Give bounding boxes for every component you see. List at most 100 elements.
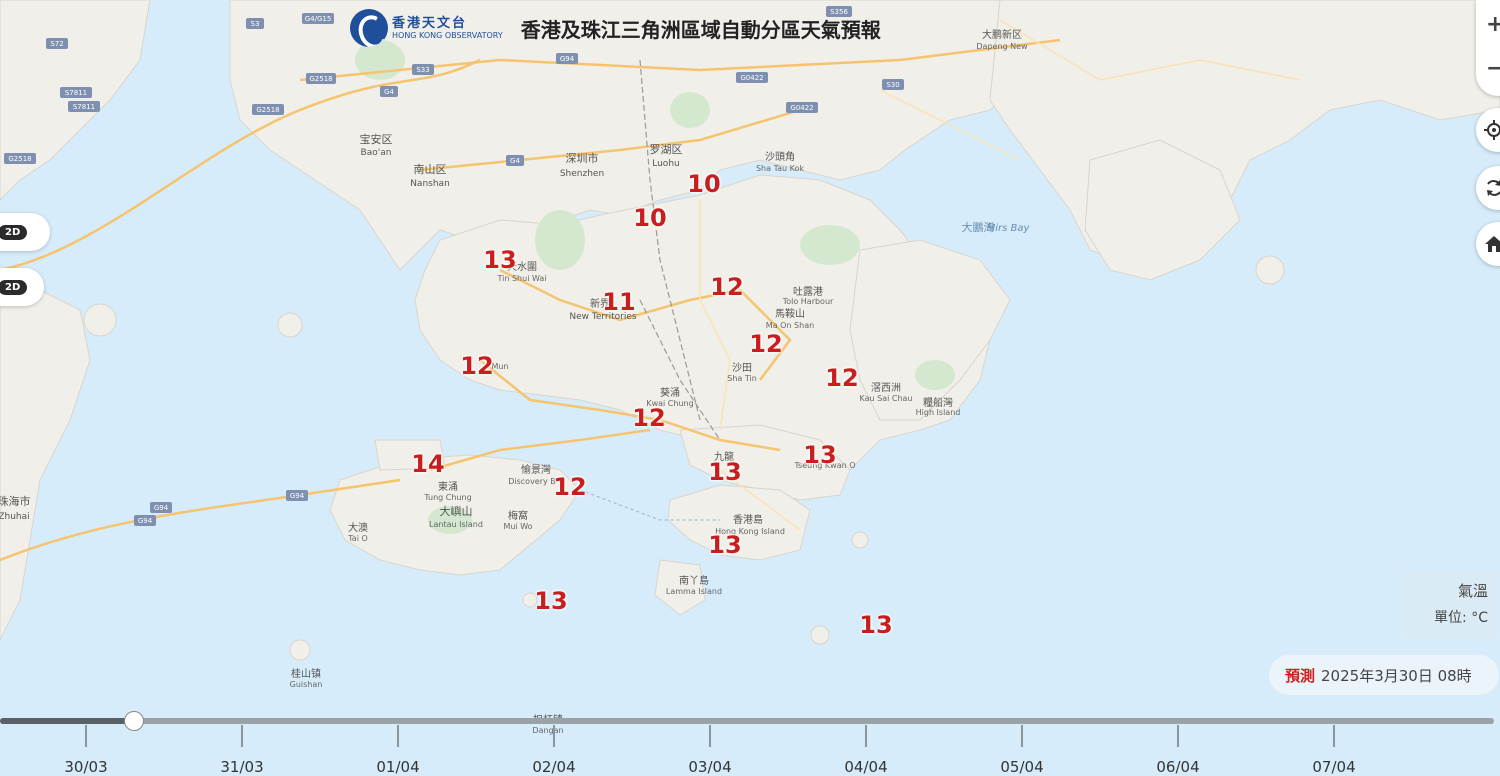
road-shield: S33 [416,66,429,74]
place-kausaichau-en: Kau Sai Chau [860,394,913,403]
road-shield: G94 [138,517,153,525]
place-hkisland-zh: 香港島 [733,513,763,526]
place-lantau-en: Lantau Island [429,520,483,529]
timeline-date[interactable]: 30/03 [64,758,107,776]
hko-logo[interactable]: 香港天文台 HONG KONG OBSERVATORY [350,9,503,47]
legend-title: 氣溫 [1457,582,1488,600]
view-toggle-2d-button[interactable]: 2D [0,268,44,306]
temperature-marker[interactable]: 12 [553,473,586,501]
timeline-date[interactable]: 04/04 [844,758,887,776]
base-map[interactable]: S3 G4/G15 S72 G2518 S33 G4 S7811 S7811 G… [0,0,1500,772]
place-shenzhen-zh: 深圳市 [566,151,599,165]
timeline-tick [1021,725,1023,747]
timeline-date[interactable]: 05/04 [1000,758,1043,776]
timeline-date[interactable]: 06/04 [1156,758,1199,776]
place-shataukok-zh: 沙頭角 [765,151,795,163]
timeline-handle[interactable] [124,711,144,731]
logo-zh: 香港天文台 [392,15,468,31]
road-shield: G2518 [309,75,332,83]
place-baoan-en: Bao'an [361,148,392,158]
timeline-tick [85,725,87,747]
island-small-2 [83,303,117,337]
temperature-marker[interactable]: 12 [710,273,743,301]
place-nanshan-zh: 南山区 [414,163,447,176]
timeline-tick [1177,725,1179,747]
place-dapeng-zh: 大鹏新区 [982,28,1022,41]
zoom-in-button[interactable]: + [1486,12,1500,37]
hko-logo-text: 香港天文台 HONG KONG OBSERVATORY [392,17,503,40]
place-shenzhen-en: Shenzhen [560,169,604,179]
legend-unit: 單位: °C [1434,610,1488,626]
temperature-marker[interactable]: 14 [411,450,444,478]
island-small-1 [277,312,303,338]
place-guishan-en: Guishan [290,680,323,689]
header: 香港天文台 HONG KONG OBSERVATORY 香港及珠江三角洲區域自動… [350,8,881,48]
timeline-tick [397,725,399,747]
place-tinshuiwai-en: Tin Shui Wai [497,274,547,283]
timeline-date[interactable]: 02/04 [532,758,575,776]
island-small-3 [810,625,830,645]
place-discovery-zh: 愉景灣 [521,463,551,476]
road-shield: S7811 [73,103,95,111]
home-icon [1485,236,1500,252]
temperature-marker[interactable]: 13 [534,587,567,615]
place-zhuhai-en: Zhuhai [0,512,30,522]
timeline-date[interactable]: 03/04 [688,758,731,776]
timeline-progress [0,718,134,724]
place-luohu-zh: 罗湖区 [650,143,683,156]
temperature-marker[interactable]: 12 [825,364,858,392]
place-maonshan-zh: 馬鞍山 [775,307,805,320]
timeline-tick [1333,725,1335,747]
timeline-date[interactable]: 01/04 [376,758,419,776]
temperature-marker[interactable]: 11 [602,288,635,316]
road-shield: S7811 [65,89,87,97]
forecast-time-badge: 預測 2025年3月30日 08時 [1269,655,1499,695]
island-small-5 [289,639,311,661]
place-maonshan-en: Ma On Shan [766,321,814,330]
temperature-marker[interactable]: 13 [708,458,741,486]
road-shield: S30 [886,81,899,89]
timeline-track[interactable] [0,718,1494,724]
temperature-marker[interactable]: 13 [483,246,516,274]
view-2d-pill: 2D [0,279,28,295]
timeline-slider[interactable]: 30/03 31/03 01/04 02/04 03/04 04/04 05/0… [0,700,1500,776]
place-shataukok-en: Sha Tau Kok [756,164,804,173]
road-shield: G94 [560,55,575,63]
island-small-7 [851,531,869,549]
place-dapeng-en: Dapeng New [976,42,1028,51]
place-mirsbay-en: Mirs Bay [987,223,1031,234]
zoom-out-button[interactable]: − [1486,56,1500,81]
logo-en: HONG KONG OBSERVATORY [392,30,503,40]
temperature-marker[interactable]: 13 [708,531,741,559]
road-shield: G94 [290,492,305,500]
road-shield: G4/G15 [305,15,332,23]
high-island-reservoir [915,360,955,390]
temperature-marker[interactable]: 10 [687,170,720,198]
temperature-marker[interactable]: 12 [749,330,782,358]
road-shield: S72 [50,40,63,48]
page-title: 香港及珠江三角洲區域自動分區天氣預報 [520,17,881,42]
place-tungchung-en: Tung Chung [423,493,471,502]
temperature-marker[interactable]: 12 [632,404,665,432]
place-shatin-en: Sha Tin [727,374,757,383]
view-3d-pill: 2D [0,224,28,240]
temperature-marker[interactable]: 13 [803,441,836,469]
temperature-marker[interactable]: 12 [460,352,493,380]
place-guishan-zh: 桂山镇 [291,667,321,680]
island-small-6 [1255,255,1285,285]
road-shield: G4 [384,88,394,96]
timeline-tick [709,725,711,747]
road-shield: G2518 [8,155,31,163]
temperature-marker[interactable]: 10 [633,204,666,232]
view-toggle-3d-button[interactable]: 2D [0,213,50,251]
timeline-tick [241,725,243,747]
temperature-marker[interactable]: 13 [859,611,892,639]
place-discovery-en: Discovery B [508,477,556,486]
timeline-date[interactable]: 31/03 [220,758,263,776]
timeline-date[interactable]: 07/04 [1312,758,1355,776]
legend: 氣溫 單位: °C [1402,572,1498,640]
green-area-3 [670,92,710,128]
place-taio-en: Tai O [347,534,368,543]
place-muiwo-en: Mui Wo [503,522,532,531]
place-tolo-en: Tolo Harbour [782,297,834,306]
